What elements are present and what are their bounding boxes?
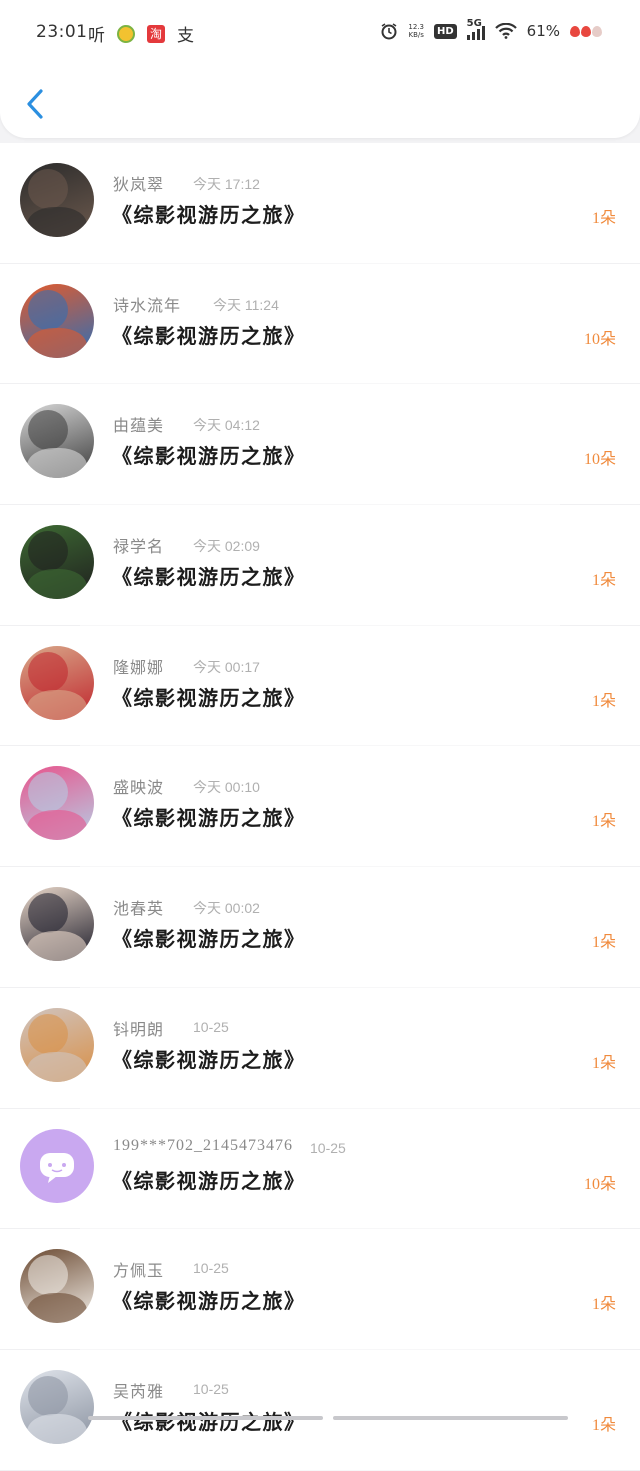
status-time: 23:01 bbox=[36, 22, 88, 42]
book-title: 《综影视游历之旅》 bbox=[112, 446, 306, 469]
book-title: 《综影视游历之旅》 bbox=[112, 325, 306, 348]
alarm-icon bbox=[381, 23, 397, 40]
timestamp: 10-25 bbox=[193, 1380, 229, 1397]
app-icon bbox=[117, 24, 135, 43]
username[interactable]: 钭明朗 bbox=[113, 1016, 164, 1040]
timestamp: 今天 00:17 bbox=[193, 658, 260, 675]
username[interactable]: 隆娜娜 bbox=[113, 654, 164, 678]
gift-count: 10朵 bbox=[583, 1175, 616, 1193]
timestamp: 10-25 bbox=[193, 1260, 229, 1277]
book-title: 《综影视游历之旅》 bbox=[112, 1049, 306, 1072]
gift-record-list: 狄岚翠 今天 17:12 《综影视游历之旅》 1朵 诗水流年 今天 11:24 《综影视游历… bbox=[0, 143, 640, 1471]
timestamp: 今天 00:02 bbox=[193, 900, 260, 917]
book-title: 《综影视游历之旅》 bbox=[112, 808, 306, 831]
gift-count: 10朵 bbox=[583, 451, 616, 469]
back-button[interactable] bbox=[18, 82, 52, 126]
gift-count: 1朵 bbox=[591, 1054, 616, 1072]
avatar[interactable] bbox=[20, 525, 94, 600]
gift-count: 10朵 bbox=[583, 330, 616, 348]
book-title: 《综影视游历之旅》 bbox=[112, 929, 306, 952]
battery-icon bbox=[570, 25, 602, 37]
avatar[interactable] bbox=[20, 1369, 94, 1444]
hd-icon: HD bbox=[433, 23, 457, 39]
status-bar: 23:01 听 淘 支 12.3 KB/s HD 5G 61% bbox=[0, 18, 640, 48]
listen-glyph: 听 bbox=[88, 26, 105, 46]
avatar[interactable] bbox=[20, 1128, 94, 1203]
status-left-icons: 听 淘 支 bbox=[88, 21, 194, 46]
book-title: 《综影视游历之旅》 bbox=[112, 205, 306, 227]
username[interactable]: 方佩玉 bbox=[113, 1257, 164, 1281]
gift-count: 1朵 bbox=[591, 1296, 616, 1314]
signal-icon: 5G bbox=[466, 18, 485, 40]
timestamp: 今天 17:12 bbox=[193, 176, 260, 192]
book-title: 《综影视游历之旅》 bbox=[112, 567, 306, 590]
avatar[interactable] bbox=[20, 887, 94, 962]
username[interactable]: 狄岚翠 bbox=[113, 171, 164, 195]
book-title: 《综影视游历之旅》 bbox=[112, 687, 306, 710]
username[interactable]: 盛映波 bbox=[113, 774, 164, 798]
list-item[interactable]: 钭明朗 10-25 《综影视游历之旅》 1朵 bbox=[0, 987, 640, 1109]
book-title: 《综影视游历之旅》 bbox=[112, 1291, 306, 1314]
list-item[interactable]: 吴芮雅 10-25 《综影视游历之旅》 1朵 bbox=[0, 1349, 640, 1471]
list-item[interactable]: 狄岚翠 今天 17:12 《综影视游历之旅》 1朵 bbox=[0, 143, 640, 264]
list-item[interactable]: 盛映波 今天 00:10 《综影视游历之旅》 1朵 bbox=[0, 746, 640, 868]
gift-count: 1朵 bbox=[591, 572, 616, 590]
taobao-icon: 淘 bbox=[147, 24, 165, 43]
battery-level: 61% bbox=[526, 22, 560, 40]
gift-count: 1朵 bbox=[591, 813, 616, 831]
top-header: 23:01 听 淘 支 12.3 KB/s HD 5G 61% bbox=[0, 0, 640, 138]
timestamp: 10-25 bbox=[310, 1139, 346, 1156]
list-item[interactable]: 199***702_2145473476 10-25 《综影视游历之旅》 10朵 bbox=[0, 1108, 640, 1230]
list-item[interactable]: 由蕴美 今天 04:12 《综影视游历之旅》 10朵 bbox=[0, 384, 640, 506]
list-item[interactable]: 诗水流年 今天 11:24 《综影视游历之旅》 10朵 bbox=[0, 263, 640, 385]
avatar[interactable] bbox=[20, 766, 94, 841]
username[interactable]: 199***702_2145473476 bbox=[113, 1137, 293, 1155]
net-speed: 12.3 KB/s bbox=[408, 23, 424, 39]
status-right-icons: 12.3 KB/s HD 5G 61% bbox=[380, 18, 602, 40]
avatar[interactable] bbox=[20, 645, 94, 720]
avatar[interactable] bbox=[20, 283, 94, 358]
wifi-icon bbox=[494, 23, 517, 39]
username[interactable]: 禄学名 bbox=[113, 533, 164, 557]
chevron-left-icon bbox=[27, 89, 43, 119]
gift-count: 1朵 bbox=[591, 692, 616, 710]
list-item[interactable]: 池春英 今天 00:02 《综影视游历之旅》 1朵 bbox=[0, 867, 640, 988]
username[interactable]: 由蕴美 bbox=[113, 412, 164, 436]
timestamp: 今天 04:12 bbox=[193, 417, 260, 434]
list-item[interactable]: 隆娜娜 今天 00:17 《综影视游历之旅》 1朵 bbox=[0, 625, 640, 747]
timestamp: 今天 11:24 bbox=[213, 296, 279, 313]
list-item[interactable]: 方佩玉 10-25 《综影视游历之旅》 1朵 bbox=[0, 1229, 640, 1350]
avatar[interactable] bbox=[20, 404, 94, 479]
username[interactable]: 池春英 bbox=[113, 895, 164, 919]
gift-count: 1朵 bbox=[591, 934, 616, 952]
book-title: 《综影视游历之旅》 bbox=[112, 1170, 306, 1193]
timestamp: 今天 02:09 bbox=[193, 538, 260, 555]
scroll-indicator bbox=[88, 1416, 568, 1420]
username[interactable]: 吴芮雅 bbox=[113, 1378, 164, 1402]
gift-count: 1朵 bbox=[591, 210, 616, 227]
book-title: 《综影视游历之旅》 bbox=[112, 1411, 306, 1434]
username[interactable]: 诗水流年 bbox=[113, 292, 181, 316]
avatar[interactable] bbox=[20, 163, 94, 237]
chat-bubble-icon bbox=[40, 1152, 74, 1183]
avatar[interactable] bbox=[20, 1249, 94, 1324]
timestamp: 今天 00:10 bbox=[193, 779, 260, 796]
timestamp: 10-25 bbox=[193, 1018, 229, 1035]
list-item[interactable]: 禄学名 今天 02:09 《综影视游历之旅》 1朵 bbox=[0, 505, 640, 626]
avatar[interactable] bbox=[20, 1007, 94, 1082]
alipay-glyph: 支 bbox=[177, 26, 194, 46]
